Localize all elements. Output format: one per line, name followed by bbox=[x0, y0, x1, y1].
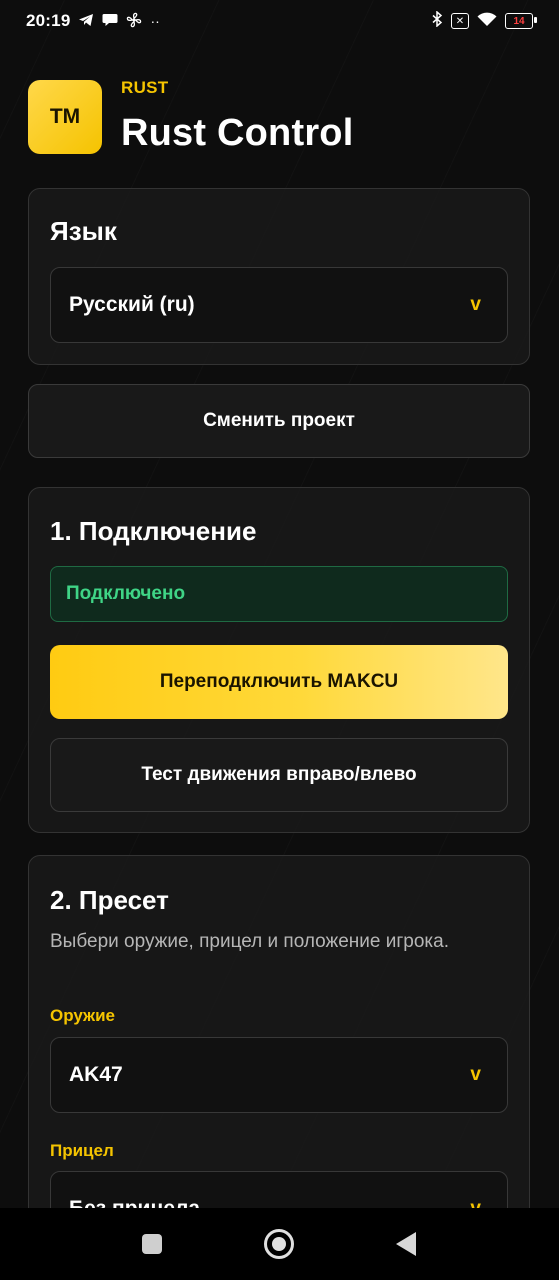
fan-icon bbox=[126, 12, 142, 30]
back-button[interactable] bbox=[396, 1232, 416, 1256]
weapon-select-value: AK47 bbox=[69, 1063, 123, 1086]
preset-card-title: 2. Пресет bbox=[50, 885, 169, 915]
system-navigation-bar bbox=[0, 1208, 559, 1280]
sim-icon: ✕ bbox=[451, 13, 469, 29]
weapon-label: Оружие bbox=[50, 1006, 116, 1025]
language-select[interactable]: Русский (ru) v bbox=[50, 267, 508, 343]
preset-description: Выбери оружие, прицел и положение игрока… bbox=[50, 931, 450, 952]
chat-icon bbox=[102, 13, 118, 29]
weapon-select[interactable]: AK47 v bbox=[50, 1037, 508, 1113]
language-card-title: Язык bbox=[50, 216, 117, 246]
more-notifications-indicator: ·· bbox=[150, 13, 160, 29]
app-header: TM RUST Rust Control bbox=[28, 78, 531, 158]
home-button[interactable] bbox=[264, 1229, 294, 1259]
status-time: 20:19 bbox=[26, 11, 71, 30]
switch-project-button[interactable]: Сменить проект bbox=[28, 384, 530, 458]
language-select-value: Русский (ru) bbox=[69, 293, 195, 316]
status-right: ✕ 14 bbox=[432, 10, 537, 31]
battery-icon: 14 bbox=[505, 13, 537, 29]
movement-test-button[interactable]: Тест движения вправо/влево bbox=[50, 738, 508, 812]
reconnect-makcu-button[interactable]: Переподключить MAKCU bbox=[50, 645, 508, 719]
page-title: Rust Control bbox=[121, 112, 354, 154]
connection-card-title: 1. Подключение bbox=[50, 516, 257, 546]
preset-card: 2. Пресет Выбери оружие, прицел и положе… bbox=[28, 855, 530, 1247]
recents-button[interactable] bbox=[142, 1234, 162, 1254]
chevron-down-icon: v bbox=[470, 1064, 481, 1085]
connection-card: 1. Подключение Подключено Переподключить… bbox=[28, 487, 530, 833]
wifi-icon bbox=[477, 12, 497, 31]
connection-status-badge: Подключено bbox=[50, 566, 508, 622]
header-kicker: RUST bbox=[121, 78, 169, 97]
bluetooth-icon bbox=[432, 10, 443, 31]
sight-label: Прицел bbox=[50, 1141, 114, 1160]
status-bar: 20:19 ·· ✕ 14 bbox=[0, 0, 559, 42]
app-logo: TM bbox=[28, 80, 102, 154]
chevron-down-icon: v bbox=[470, 294, 481, 315]
telegram-icon bbox=[78, 13, 94, 29]
status-left: 20:19 ·· bbox=[26, 11, 160, 31]
language-card: Язык Русский (ru) v bbox=[28, 188, 530, 365]
